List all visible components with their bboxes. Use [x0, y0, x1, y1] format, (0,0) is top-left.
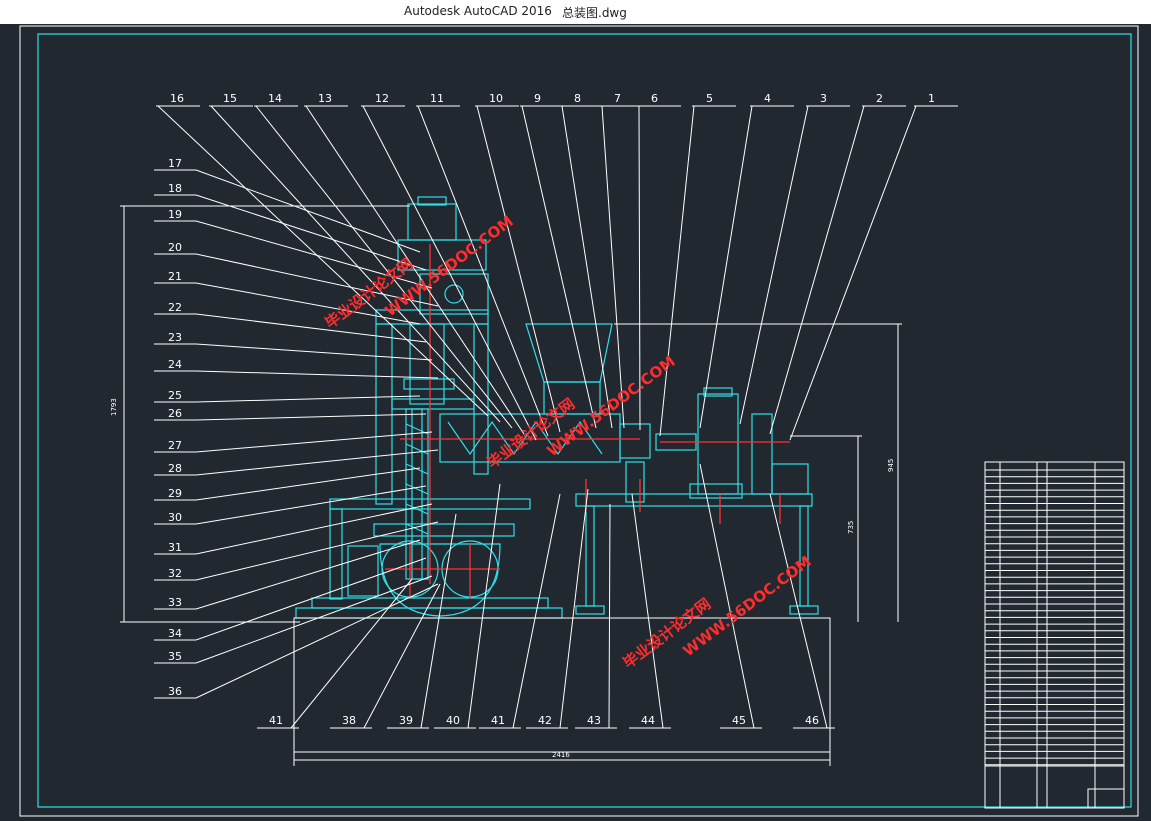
- callout-label-top: 10: [489, 92, 503, 105]
- callout-label-top: 1: [928, 92, 935, 105]
- callout-label-bottom: 42: [538, 714, 552, 727]
- callout-label-bottom: 40: [446, 714, 460, 727]
- callout-label-top: 13: [318, 92, 332, 105]
- bom-table: [984, 461, 1125, 809]
- callout-label-bottom: 41: [269, 714, 283, 727]
- callout-label-left: 20: [168, 241, 182, 254]
- file-name: 总装图.dwg: [562, 6, 627, 20]
- callout-label-left: 28: [168, 462, 182, 475]
- callout-label-top: 2: [876, 92, 883, 105]
- callout-label-bottom: 43: [587, 714, 601, 727]
- callout-label-left: 35: [168, 650, 182, 663]
- dim-right-height: 945: [887, 459, 895, 472]
- callout-label-top: 12: [375, 92, 389, 105]
- callout-label-left: 36: [168, 685, 182, 698]
- callout-label-left: 25: [168, 389, 182, 402]
- callout-label-top: 7: [614, 92, 621, 105]
- callout-label-bottom: 45: [732, 714, 746, 727]
- callout-label-bottom: 39: [399, 714, 413, 727]
- callout-label-left: 21: [168, 270, 182, 283]
- callout-label-bottom: 38: [342, 714, 356, 727]
- callout-label-left: 18: [168, 182, 182, 195]
- callout-label-left: 29: [168, 487, 182, 500]
- callout-label-bottom: 46: [805, 714, 819, 727]
- callout-label-left: 26: [168, 407, 182, 420]
- callout-label-top: 8: [574, 92, 581, 105]
- assembly-drawing[interactable]: 1793 2416 945 735 16 15 14 13 12 11 10 9 8 7 6 5 4 3 2…: [0, 24, 1151, 821]
- callout-label-left: 19: [168, 208, 182, 221]
- callout-label-top: 4: [764, 92, 771, 105]
- callout-label-bottom: 41: [491, 714, 505, 727]
- dim-total-length: 2416: [552, 751, 570, 759]
- callout-label-top: 3: [820, 92, 827, 105]
- drawing-canvas[interactable]: 1793 2416 945 735 16 15 14 13 12 11 10 9 8 7 6 5 4 3 2…: [0, 24, 1151, 821]
- callout-label-left: 32: [168, 567, 182, 580]
- title-bar: Autodesk AutoCAD 2016 总装图.dwg: [0, 0, 1151, 24]
- callout-label-left: 30: [168, 511, 182, 524]
- dim-overall-height: 1793: [110, 398, 118, 416]
- callout-label-top: 6: [651, 92, 658, 105]
- callout-label-bottom: 44: [641, 714, 655, 727]
- dim-right-lower: 735: [847, 521, 855, 534]
- callout-label-top: 11: [430, 92, 444, 105]
- callout-label-left: 33: [168, 596, 182, 609]
- app-title: Autodesk AutoCAD 2016: [404, 4, 552, 18]
- callout-label-left: 23: [168, 331, 182, 344]
- callout-label-top: 5: [706, 92, 713, 105]
- callout-label-left: 34: [168, 627, 182, 640]
- callout-label-left: 31: [168, 541, 182, 554]
- callout-label-top: 9: [534, 92, 541, 105]
- callout-label-top: 15: [223, 92, 237, 105]
- callout-label-left: 24: [168, 358, 182, 371]
- callout-label-top: 14: [268, 92, 282, 105]
- callout-label-left: 27: [168, 439, 182, 452]
- callout-label-top: 16: [170, 92, 184, 105]
- callout-label-left: 17: [168, 157, 182, 170]
- callout-label-left: 22: [168, 301, 182, 314]
